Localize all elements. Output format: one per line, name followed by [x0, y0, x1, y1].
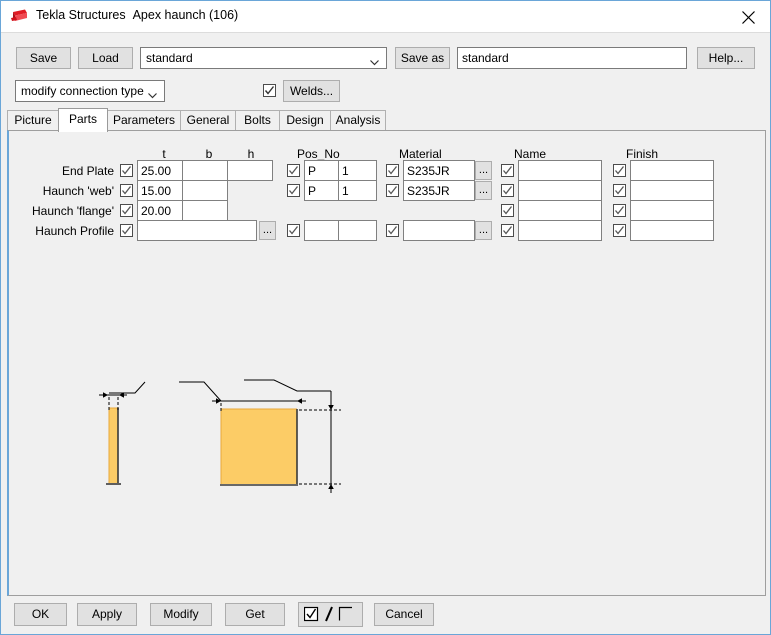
haunch-profile-browse-button[interactable]: ...	[259, 221, 276, 240]
ok-button[interactable]: OK	[14, 603, 67, 626]
haunch-flange-t-input[interactable]	[137, 200, 183, 221]
haunch-web-pos-checkbox[interactable]	[287, 184, 300, 197]
tab-bolts[interactable]: Bolts	[235, 110, 280, 131]
haunch-web-name-checkbox[interactable]	[501, 184, 514, 197]
haunch-profile-material-browse-button[interactable]: ...	[475, 221, 492, 240]
end-plate-finish-checkbox[interactable]	[613, 164, 626, 177]
row-label-end-plate: End Plate	[61, 164, 114, 178]
column-header-pos-no: Pos_No	[297, 147, 340, 161]
end-plate-name-checkbox[interactable]	[501, 164, 514, 177]
haunch-profile-name-checkbox[interactable]	[501, 224, 514, 237]
haunch-profile-pos-checkbox[interactable]	[287, 224, 300, 237]
load-button[interactable]: Load	[78, 47, 133, 69]
haunch-flange-finish-checkbox[interactable]	[613, 204, 626, 217]
chevron-down-icon	[370, 55, 379, 69]
haunch-web-finish-input[interactable]	[630, 180, 714, 201]
end-plate-pos-checkbox[interactable]	[287, 164, 300, 177]
row-label-haunch-profile: Haunch Profile	[35, 224, 114, 238]
tab-analysis[interactable]: Analysis	[330, 110, 386, 131]
haunch-flange-name-checkbox[interactable]	[501, 204, 514, 217]
save-as-button[interactable]: Save as	[395, 47, 450, 69]
haunch-profile-finish-input[interactable]	[630, 220, 714, 241]
tab-strip: Picture Parts Parameters General Bolts D…	[7, 108, 766, 132]
column-header-material: Material	[399, 147, 442, 161]
welds-checkbox[interactable]	[263, 84, 276, 97]
attribute-file-combo[interactable]: standard	[140, 47, 387, 69]
tekla-apex-haunch-dialog: Tekla Structures Apex haunch (106) Save …	[0, 0, 771, 635]
haunch-profile-pos-number-input[interactable]	[338, 220, 377, 241]
modify-button[interactable]: Modify	[150, 603, 212, 626]
end-plate-pos-number-input[interactable]	[338, 160, 377, 181]
end-plate-t-input[interactable]	[137, 160, 183, 181]
select-all-toggle-button[interactable]	[298, 602, 363, 627]
parts-panel: t b h Pos_No Material Name Finish End Pl…	[7, 130, 766, 596]
row-label-haunch-flange: Haunch 'flange'	[32, 204, 114, 218]
attribute-file-value: standard	[146, 51, 193, 65]
apex-haunch-preview	[69, 379, 369, 519]
welds-button[interactable]: Welds...	[283, 80, 340, 102]
end-plate-material-input[interactable]	[403, 160, 475, 181]
haunch-web-pos-number-input[interactable]	[338, 180, 377, 201]
end-plate-material-checkbox[interactable]	[386, 164, 399, 177]
end-plate-pos-prefix-input[interactable]	[304, 160, 339, 181]
save-button[interactable]: Save	[16, 47, 71, 69]
chevron-down-icon	[148, 88, 157, 102]
toolbar: Save Load standard Save as Help... modif…	[1, 32, 770, 106]
haunch-profile-pos-prefix-input[interactable]	[304, 220, 339, 241]
connection-type-combo[interactable]: modify connection type	[15, 80, 165, 102]
tab-general[interactable]: General	[180, 110, 236, 131]
haunch-flange-dim-checkbox[interactable]	[120, 204, 133, 217]
tekla-logo-icon	[11, 9, 28, 24]
haunch-flange-name-input[interactable]	[518, 200, 602, 221]
save-as-input[interactable]	[457, 47, 687, 69]
end-plate-finish-input[interactable]	[630, 160, 714, 181]
haunch-profile-finish-checkbox[interactable]	[613, 224, 626, 237]
haunch-profile-material-checkbox[interactable]	[386, 224, 399, 237]
end-plate-h-input[interactable]	[227, 160, 273, 181]
help-button[interactable]: Help...	[697, 47, 755, 69]
row-label-haunch-web: Haunch 'web'	[42, 184, 114, 198]
haunch-profile-material-input[interactable]	[403, 220, 475, 241]
haunch-web-material-input[interactable]	[403, 180, 475, 201]
column-header-finish: Finish	[626, 147, 659, 161]
window-title: Tekla Structures Apex haunch (106)	[36, 8, 239, 22]
haunch-flange-b-input[interactable]	[182, 200, 228, 221]
haunch-flange-finish-input[interactable]	[630, 200, 714, 221]
haunch-web-dim-checkbox[interactable]	[120, 184, 133, 197]
column-header-name: Name	[514, 147, 547, 161]
haunch-web-b-input[interactable]	[182, 180, 228, 201]
haunch-profile-checkbox[interactable]	[120, 224, 133, 237]
haunch-web-pos-prefix-input[interactable]	[304, 180, 339, 201]
haunch-profile-name-input[interactable]	[518, 220, 602, 241]
tab-design[interactable]: Design	[279, 110, 331, 131]
tab-parts[interactable]: Parts	[58, 108, 108, 132]
tab-picture[interactable]: Picture	[7, 110, 59, 131]
get-button[interactable]: Get	[225, 603, 285, 626]
end-plate-b-input[interactable]	[182, 160, 228, 181]
haunch-web-finish-checkbox[interactable]	[613, 184, 626, 197]
haunch-web-material-checkbox[interactable]	[386, 184, 399, 197]
haunch-web-name-input[interactable]	[518, 180, 602, 201]
connection-type-value: modify connection type	[21, 84, 144, 98]
end-plate-name-input[interactable]	[518, 160, 602, 181]
title-bar: Tekla Structures Apex haunch (106)	[1, 1, 770, 32]
end-plate-material-browse-button[interactable]: ...	[475, 161, 492, 180]
haunch-web-t-input[interactable]	[137, 180, 183, 201]
apply-button[interactable]: Apply	[77, 603, 137, 626]
cancel-button[interactable]: Cancel	[374, 603, 434, 626]
bottom-button-bar: OK Apply Modify Get Cancel	[1, 596, 770, 634]
tab-parameters[interactable]: Parameters	[107, 110, 181, 131]
column-header-h: h	[247, 147, 255, 161]
haunch-web-material-browse-button[interactable]: ...	[475, 181, 492, 200]
end-plate-dim-checkbox[interactable]	[120, 164, 133, 177]
haunch-profile-input[interactable]	[137, 220, 257, 241]
close-icon[interactable]	[726, 1, 770, 31]
